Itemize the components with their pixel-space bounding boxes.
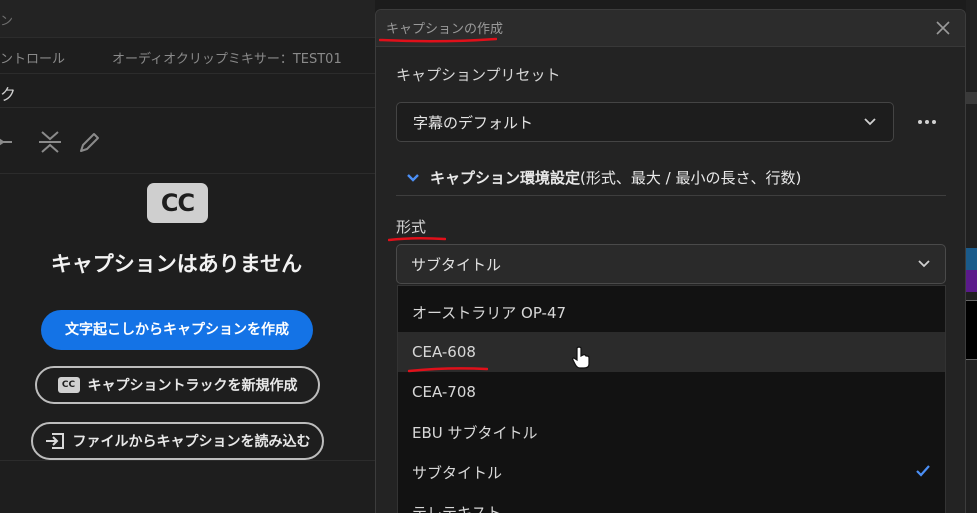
format-option-selected[interactable]: サブタイトル xyxy=(398,452,945,492)
format-option[interactable]: テレテキスト xyxy=(398,492,945,513)
no-captions-message: キャプションはありません xyxy=(50,252,303,276)
tab-audio-clip-mixer[interactable]: オーディオクリップミキサー：TEST01 xyxy=(112,48,342,67)
cc-icon: CC xyxy=(57,377,80,393)
panel-tabs: ントロール オーディオクリップミキサー：TEST01 xyxy=(0,38,375,74)
hand-cursor-icon xyxy=(572,346,590,369)
format-value: サブタイトル xyxy=(411,255,502,274)
format-option[interactable]: EBU サブタイトル xyxy=(398,412,945,452)
import-captions-label: ファイルからキャプションを読み込む xyxy=(72,434,311,450)
more-options-icon[interactable] xyxy=(914,110,940,134)
preset-dropdown[interactable]: 字幕のデフォルト xyxy=(396,102,894,142)
preset-label: キャプションプリセット xyxy=(396,66,561,84)
format-dropdown[interactable]: サブタイトル xyxy=(396,244,946,284)
close-icon[interactable] xyxy=(933,18,953,38)
track-header-row: ク xyxy=(0,74,375,108)
right-strip-blue xyxy=(966,248,977,270)
right-strip xyxy=(966,92,977,104)
right-strip-purple xyxy=(966,270,977,292)
caption-preferences-section[interactable]: キャプション環境設定 (形式、最大 / 最小の長さ、行数) xyxy=(396,160,946,196)
left-panel: ン ントロール オーディオクリップミキサー：TEST01 ク CC キャプション… xyxy=(0,0,375,513)
format-options-list: オーストラリア OP-47 CEA-608 CEA-708 EBU サブタイトル… xyxy=(397,285,946,513)
expand-icon[interactable] xyxy=(0,130,12,154)
checkmark-icon xyxy=(916,465,930,477)
dialog-titlebar[interactable]: キャプションの作成 xyxy=(376,10,965,47)
chevron-down-icon xyxy=(864,118,876,126)
import-icon xyxy=(45,433,64,449)
chevron-down-icon xyxy=(407,173,419,182)
red-underline-annotation xyxy=(408,367,488,373)
divider xyxy=(0,460,375,461)
format-option[interactable]: オーストラリア OP-47 xyxy=(398,292,945,332)
import-captions-button[interactable]: ファイルからキャプションを読み込む xyxy=(31,422,324,460)
new-caption-track-button[interactable]: CC キャプショントラックを新規作成 xyxy=(35,366,320,404)
create-from-transcript-button[interactable]: 文字起こしからキャプションを作成 xyxy=(41,310,313,350)
preset-value: 字幕のデフォルト xyxy=(413,113,534,132)
red-underline-annotation xyxy=(379,37,497,43)
chevron-down-icon xyxy=(918,260,930,268)
tab-control[interactable]: ントロール xyxy=(0,48,65,67)
format-option[interactable]: CEA-708 xyxy=(398,372,945,412)
right-strip-black xyxy=(966,300,977,360)
pencil-icon[interactable] xyxy=(78,130,100,154)
collapse-icon[interactable] xyxy=(37,130,63,154)
section-subtitle: (形式、最大 / 最小の長さ、行数) xyxy=(580,169,802,187)
red-underline-annotation xyxy=(388,236,446,242)
cc-logo-icon: CC xyxy=(147,183,208,223)
track-header-label: ク xyxy=(0,85,17,104)
format-label: 形式 xyxy=(396,218,427,236)
section-title: キャプション環境設定 xyxy=(430,169,581,187)
top-strip-text: ン xyxy=(0,14,14,29)
dialog-title: キャプションの作成 xyxy=(386,22,504,37)
caption-toolbar xyxy=(0,108,375,174)
top-strip: ン xyxy=(0,0,375,38)
create-captions-dialog: キャプションの作成 キャプションプリセット 字幕のデフォルト キャプション環境設… xyxy=(375,9,966,513)
new-caption-track-label: キャプショントラックを新規作成 xyxy=(87,378,298,394)
format-option-hovered[interactable]: CEA-608 xyxy=(398,332,945,372)
